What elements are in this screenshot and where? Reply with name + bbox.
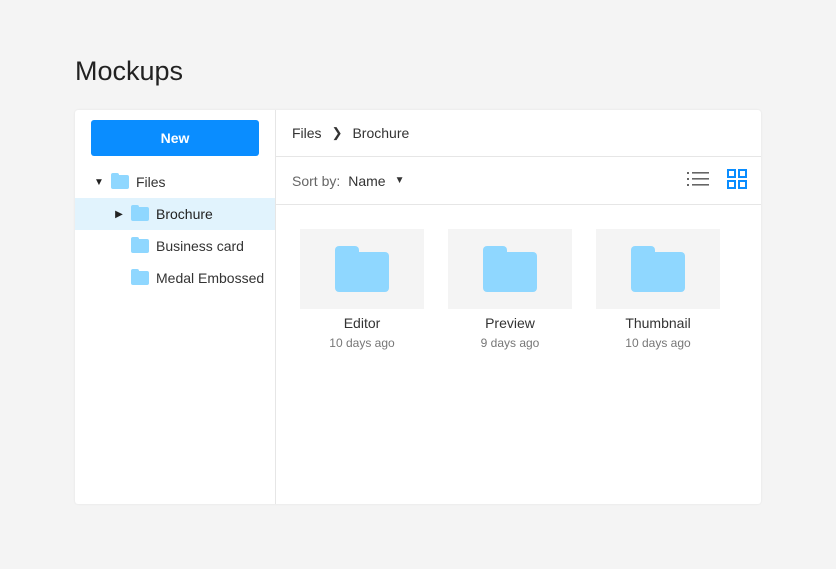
grid-view-icon[interactable]: [727, 169, 747, 192]
file-manager: New ▼ Files ▶ Brochure Business card Med…: [75, 110, 761, 504]
folder-tree: ▼ Files ▶ Brochure Business card Medal E…: [75, 166, 275, 294]
breadcrumb: Files ❯ Brochure: [276, 110, 761, 157]
tree-item-label: Business card: [156, 238, 244, 254]
tree-item-label: Brochure: [156, 206, 213, 222]
main-panel: Files ❯ Brochure Sort by: Name ▼ Editor …: [276, 110, 761, 504]
tree-item-label: Files: [136, 174, 166, 190]
file-name: Editor: [343, 315, 381, 331]
file-tile[interactable]: Thumbnail 10 days ago: [596, 229, 720, 350]
folder-icon: [631, 246, 685, 292]
new-button[interactable]: New: [91, 120, 259, 156]
tree-item-files[interactable]: ▼ Files: [75, 166, 275, 198]
tree-item-brochure[interactable]: ▶ Brochure: [75, 198, 275, 230]
file-grid: Editor 10 days ago Preview 9 days ago Th…: [276, 205, 761, 350]
chevron-right-icon: ❯: [331, 125, 343, 140]
file-date: 10 days ago: [329, 336, 395, 350]
list-view-icon[interactable]: [687, 171, 709, 190]
caret-right-icon[interactable]: ▶: [111, 209, 127, 220]
sort-label: Sort by:: [292, 172, 341, 189]
sort-select[interactable]: Name ▼: [348, 173, 404, 189]
tree-item-label: Medal Embossed: [156, 270, 265, 286]
file-tile[interactable]: Editor 10 days ago: [300, 229, 424, 350]
page-title: Mockups: [75, 56, 184, 86]
file-tile[interactable]: Preview 9 days ago: [448, 229, 572, 350]
sidebar: New ▼ Files ▶ Brochure Business card Med…: [75, 110, 276, 504]
folder-icon: [131, 269, 149, 285]
tree-item-medal-embossed[interactable]: Medal Embossed: [75, 262, 275, 294]
folder-icon: [131, 205, 149, 221]
caret-down-icon: ▼: [394, 175, 405, 186]
tree-item-business-card[interactable]: Business card: [75, 230, 275, 262]
folder-icon: [483, 246, 537, 292]
file-date: 10 days ago: [625, 336, 691, 350]
folder-icon: [131, 237, 149, 253]
file-name: Preview: [485, 315, 535, 331]
folder-icon: [111, 173, 129, 189]
file-date: 9 days ago: [480, 336, 540, 350]
breadcrumb-brochure: Brochure: [352, 125, 410, 141]
caret-down-icon[interactable]: ▼: [91, 177, 107, 188]
sort-value: Name: [348, 172, 386, 189]
file-name: Thumbnail: [625, 315, 691, 331]
folder-icon: [335, 246, 389, 292]
breadcrumb-files[interactable]: Files: [292, 125, 322, 141]
toolbar: Sort by: Name ▼: [276, 157, 761, 205]
